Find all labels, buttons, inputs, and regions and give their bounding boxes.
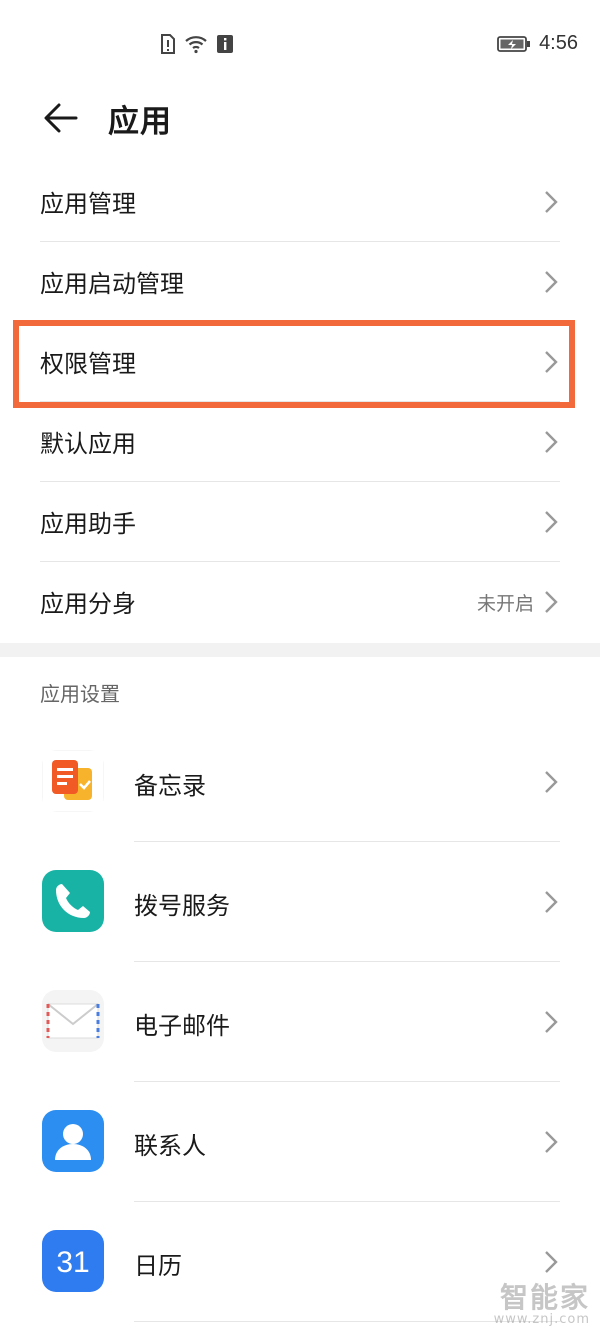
status-right: 4:56: [497, 32, 578, 55]
app-menu-list: 应用管理 应用启动管理 权限管理 默认应用 应用助手 应用分身 未开启: [0, 162, 600, 642]
app-label: 拨号服务: [134, 892, 230, 920]
watermark-brand: 智能家: [499, 1281, 590, 1314]
menu-item-app-twin[interactable]: 应用分身 未开启: [0, 562, 600, 642]
calendar-day-text: 31: [56, 1246, 89, 1279]
status-icons: [160, 34, 234, 54]
app-item-email[interactable]: 电子邮件: [0, 962, 600, 1082]
phone-icon: [42, 870, 104, 932]
wifi-icon: [185, 36, 207, 54]
app-header: 应用: [0, 90, 600, 146]
menu-item-app-assistant[interactable]: 应用助手: [0, 482, 600, 562]
battery-charging-icon: [497, 35, 531, 52]
chevron-right-icon: [545, 511, 558, 533]
app-label: 联系人: [134, 1132, 206, 1160]
app-label: 日历: [134, 1252, 182, 1280]
chevron-right-icon: [545, 351, 558, 373]
app-item-notepad[interactable]: 备忘录: [0, 722, 600, 842]
app-item-dialer[interactable]: 拨号服务: [0, 842, 600, 962]
app-settings-list: 备忘录 拨号服务 电子邮件 联系人 31 日历: [0, 722, 600, 1322]
menu-item-label: 应用助手: [40, 510, 136, 538]
chevron-right-icon: [545, 591, 558, 613]
menu-item-label: 权限管理: [40, 350, 136, 378]
menu-item-label: 应用启动管理: [40, 270, 184, 298]
mail-icon: [42, 990, 104, 1052]
chevron-right-icon: [545, 271, 558, 293]
menu-item-label: 默认应用: [40, 430, 136, 458]
menu-item-default-apps[interactable]: 默认应用: [0, 402, 600, 482]
menu-item-label: 应用分身: [40, 590, 136, 618]
watermark-url: www.znj.com: [493, 1312, 590, 1327]
chevron-right-icon: [545, 431, 558, 453]
sim-alert-icon: [161, 34, 175, 54]
status-bar: 4:56: [0, 0, 600, 90]
app-twin-status: 未开启: [476, 593, 534, 615]
app-label: 备忘录: [134, 772, 206, 800]
chevron-right-icon: [545, 191, 558, 213]
section-separator: [0, 643, 600, 657]
contacts-icon: [42, 1110, 104, 1172]
section-title: 应用设置: [40, 682, 120, 706]
chevron-right-icon: [545, 891, 558, 913]
back-arrow-icon: [44, 103, 78, 133]
watermark: 智能家 www.znj.com: [494, 1276, 590, 1327]
notepad-icon: [42, 750, 104, 812]
menu-item-app-management[interactable]: 应用管理: [0, 162, 600, 242]
info-icon: [217, 35, 233, 53]
menu-item-startup-management[interactable]: 应用启动管理: [0, 242, 600, 322]
menu-item-label: 应用管理: [40, 190, 136, 218]
calendar-icon: 31: [42, 1230, 104, 1292]
status-time: 4:56: [539, 32, 578, 54]
chevron-right-icon: [545, 771, 558, 793]
chevron-right-icon: [545, 1011, 558, 1033]
chevron-right-icon: [545, 1251, 558, 1273]
app-item-contacts[interactable]: 联系人: [0, 1082, 600, 1202]
chevron-right-icon: [545, 1131, 558, 1153]
app-label: 电子邮件: [134, 1012, 230, 1040]
menu-item-permission-management[interactable]: 权限管理: [0, 322, 600, 402]
page-title: 应用: [108, 104, 172, 140]
back-button[interactable]: [40, 98, 80, 138]
